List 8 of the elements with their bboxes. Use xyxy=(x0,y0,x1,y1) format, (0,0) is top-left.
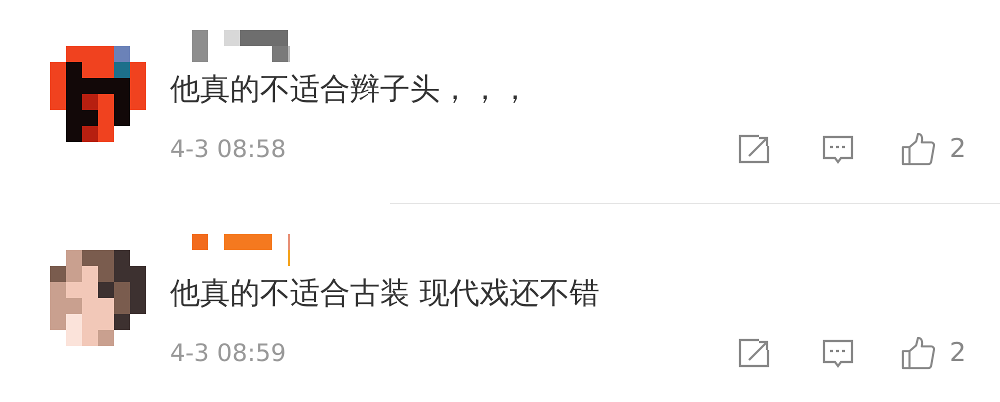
like-button[interactable]: 2 xyxy=(901,132,966,166)
comment-text: 他真的不适合辫子头，，， xyxy=(170,71,531,109)
comment-time: 4-3 08:59 xyxy=(170,339,287,367)
comment-time: 4-3 08:58 xyxy=(170,135,287,163)
comment-text: 他真的不适合古装 现代戏还不错 xyxy=(170,275,601,313)
share-button[interactable] xyxy=(737,132,772,166)
like-button[interactable]: 2 xyxy=(901,336,966,370)
share-button[interactable] xyxy=(737,336,772,370)
